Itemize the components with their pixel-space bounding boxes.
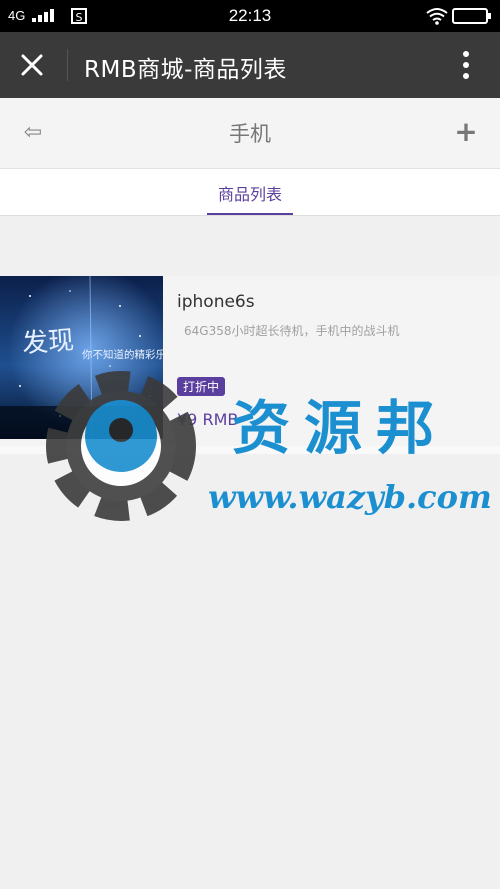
title-divider [67, 49, 68, 81]
category-title: 手机 [229, 122, 271, 146]
product-image: 发现 你不知道的精彩乐视 [0, 276, 163, 439]
page-title: RMB商城-商品列表 [84, 57, 287, 83]
tab-active-indicator [207, 213, 293, 215]
tab-product-list[interactable]: 商品列表 [207, 169, 293, 215]
product-name: iphone6s [177, 292, 255, 312]
product-list-item[interactable]: 发现 你不知道的精彩乐视 iphone6s 64G358小时超长待机，手机中的战… [0, 276, 500, 454]
nav-bar: ⇦ 手机 + [0, 98, 500, 169]
tab-label: 商品列表 [217, 185, 282, 204]
wifi-icon [426, 8, 448, 25]
product-image-caption: 你不知道的精彩乐视 [82, 348, 163, 361]
battery-icon [452, 8, 491, 24]
watermark-url: www.wazyb.com [208, 478, 492, 516]
product-image-title: 发现 [21, 326, 75, 360]
title-bar: RMB商城-商品列表 [0, 32, 500, 98]
discount-badge: 打折中 [177, 377, 226, 396]
product-description: 64G358小时超长待机，手机中的战斗机 [184, 324, 400, 338]
add-icon[interactable]: + [452, 116, 480, 148]
tab-bar: 商品列表 [0, 169, 500, 216]
status-bar: 4G S 22:13 [0, 0, 500, 32]
product-price: ¥9 RMB [177, 410, 239, 429]
more-vertical-icon[interactable] [452, 46, 480, 84]
status-time: 22:13 [228, 6, 272, 25]
close-icon[interactable] [14, 47, 50, 83]
